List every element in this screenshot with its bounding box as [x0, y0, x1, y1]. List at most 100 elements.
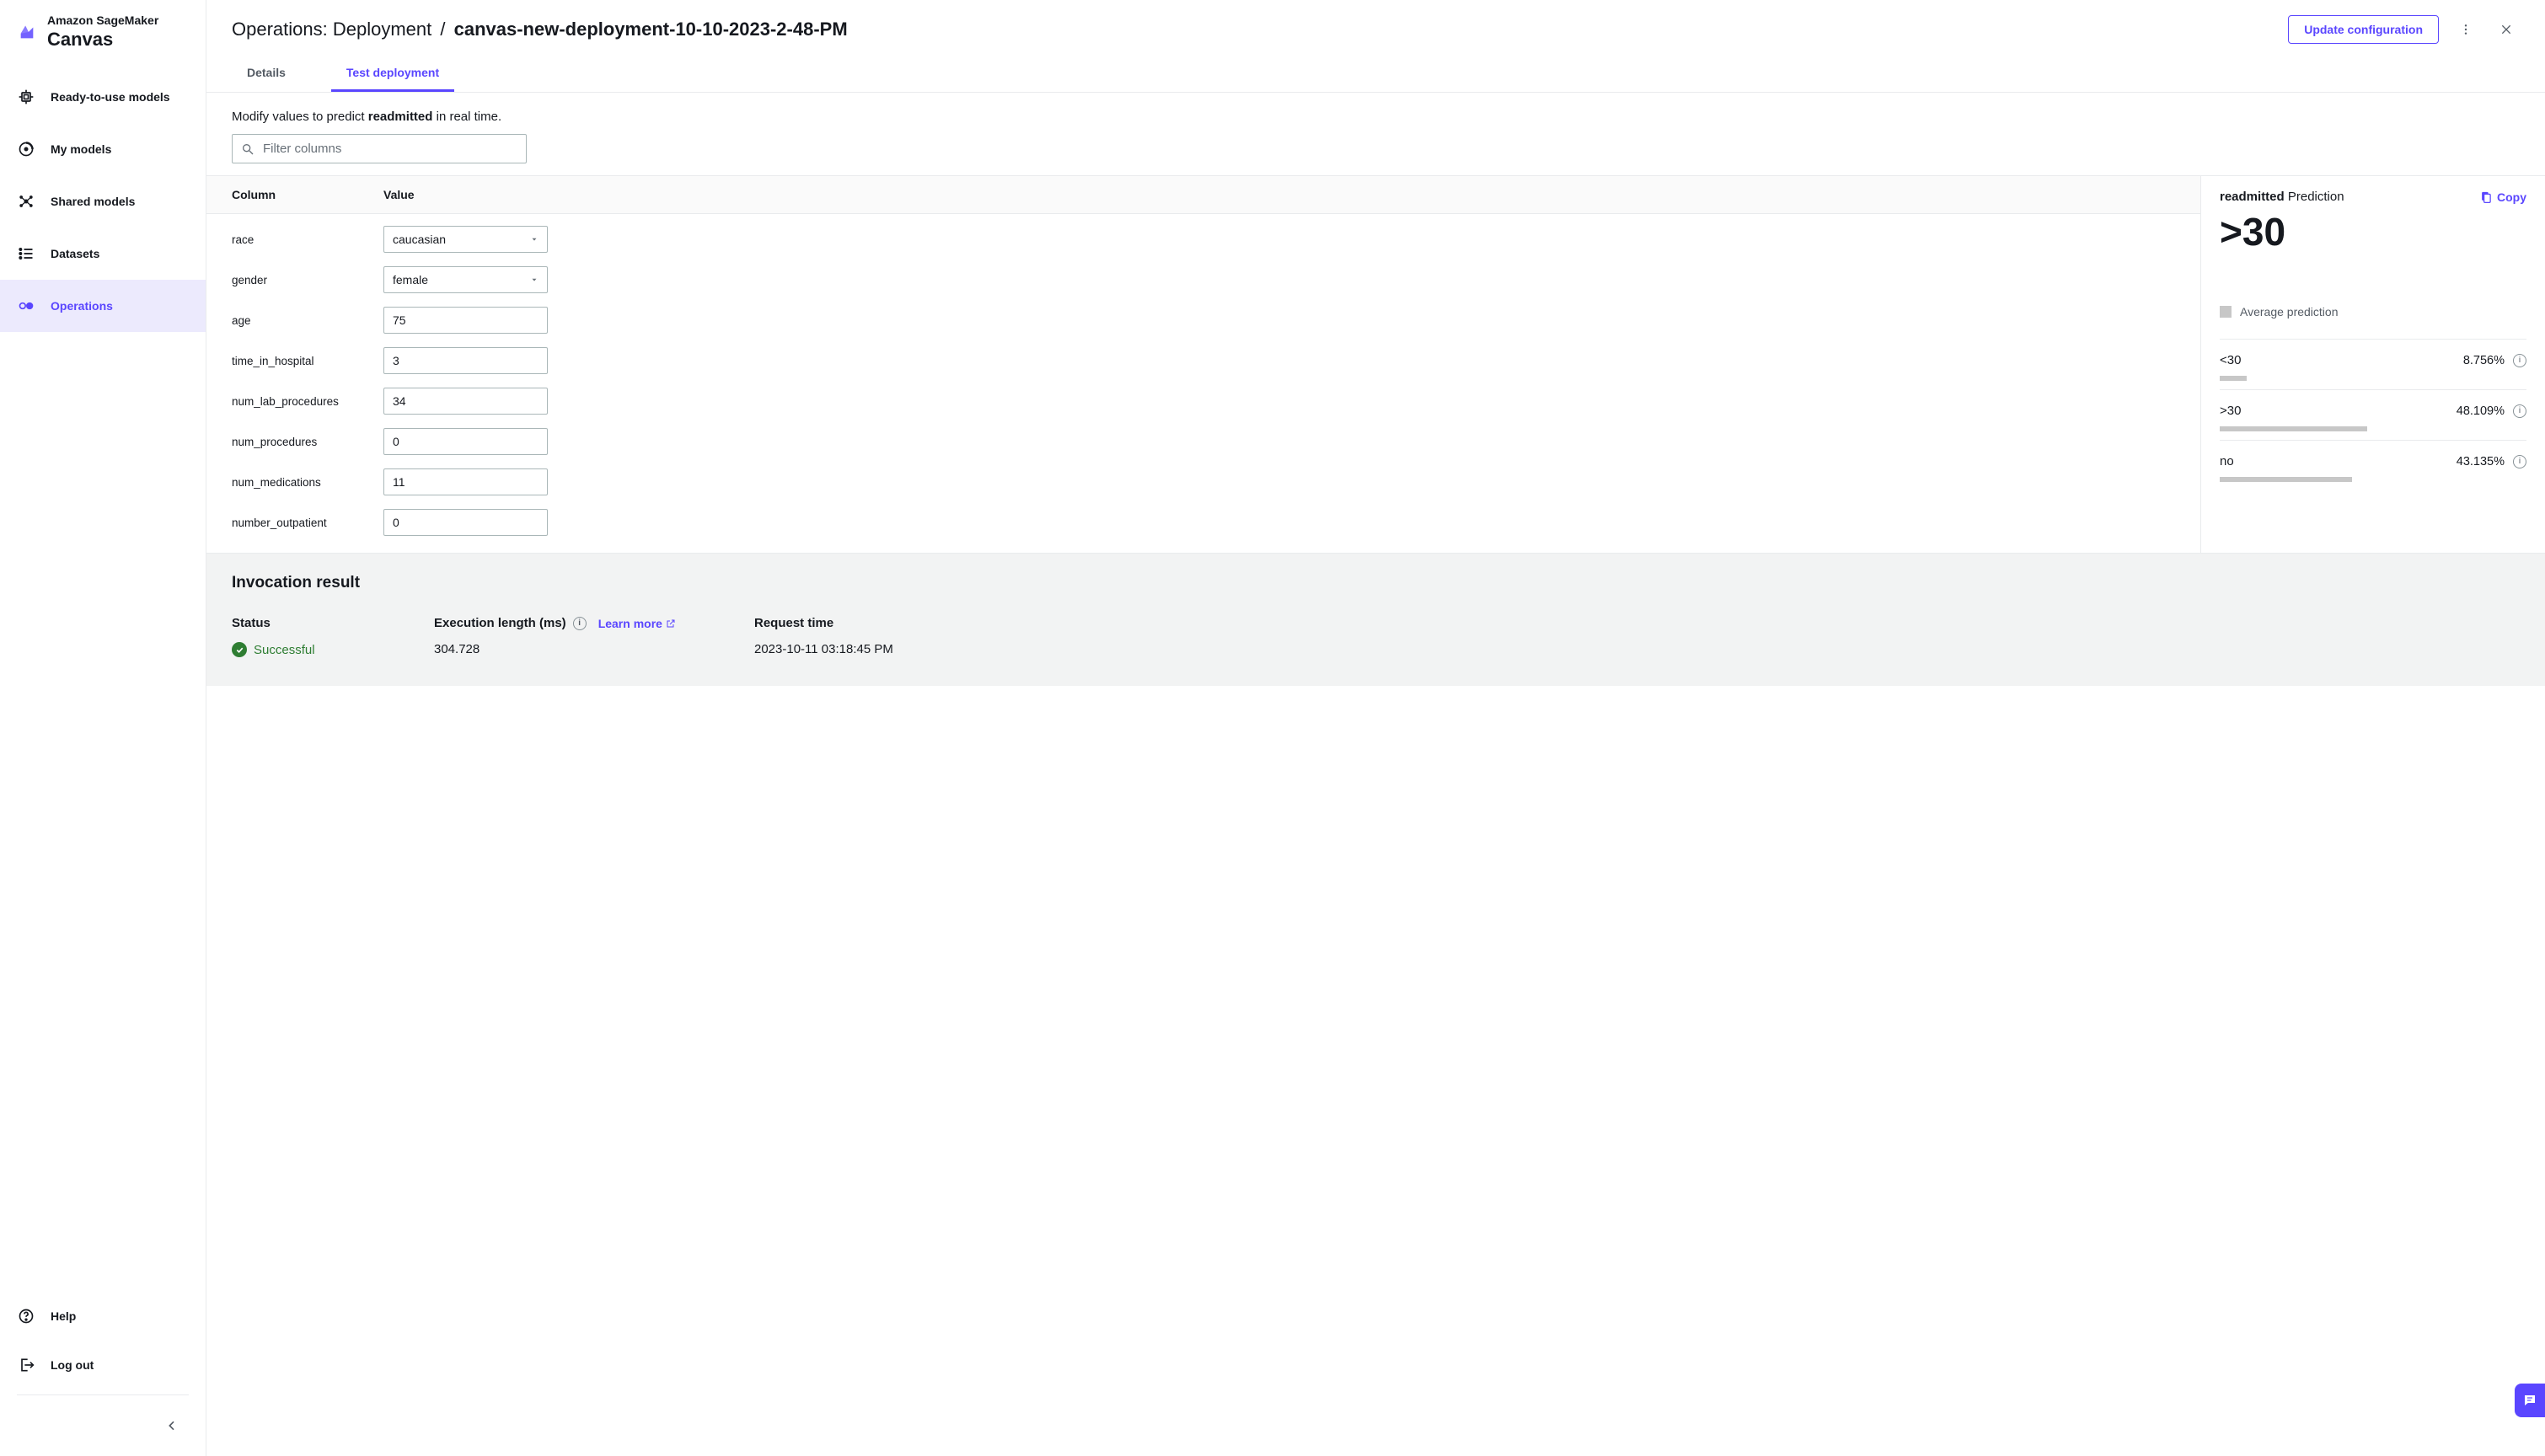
- fields-panel: Column Value racecaucasiangenderfemaleag…: [206, 176, 2201, 553]
- prediction-title: readmitted Prediction: [2220, 190, 2344, 204]
- update-configuration-button[interactable]: Update configuration: [2288, 15, 2439, 44]
- fields-header-row: Column Value: [206, 176, 2200, 214]
- field-control: caucasian: [383, 226, 548, 253]
- info-icon[interactable]: i: [2513, 455, 2526, 468]
- input-value: 0: [393, 435, 399, 448]
- select-value: caucasian: [393, 233, 446, 246]
- input-value: 11: [393, 475, 405, 489]
- probability-label: no: [2220, 454, 2234, 468]
- probability-right: 43.135% i: [2457, 455, 2526, 468]
- probability-right: 8.756%i: [2463, 354, 2526, 367]
- filter-columns-input-wrap[interactable]: [232, 134, 527, 163]
- panels: Column Value racecaucasiangenderfemaleag…: [206, 175, 2545, 553]
- operations-icon: [17, 297, 35, 315]
- canvas-logo-icon: [17, 22, 37, 42]
- learn-more-label: Learn more: [598, 617, 662, 630]
- tab-details[interactable]: Details: [232, 59, 301, 92]
- exec-label: Execution length (ms): [434, 616, 566, 630]
- field-input-age[interactable]: 75: [383, 307, 548, 334]
- field-input-number_outpatient[interactable]: 0: [383, 509, 548, 536]
- sidebar-item-help[interactable]: Help: [0, 1292, 206, 1341]
- copy-prediction-button[interactable]: Copy: [2479, 190, 2526, 204]
- probability-item: no 43.135% i: [2220, 440, 2526, 490]
- field-label: num_lab_procedures: [232, 395, 383, 408]
- field-input-num_medications[interactable]: 11: [383, 468, 548, 495]
- field-input-time_in_hospital[interactable]: 3: [383, 347, 548, 374]
- invocation-time-col: Request time 2023-10-11 03:18:45 PM: [754, 616, 973, 657]
- legend-swatch-icon: [2220, 306, 2232, 318]
- search-icon: [241, 142, 254, 156]
- sidebar-item-ready-to-use-models[interactable]: Ready-to-use models: [0, 71, 206, 123]
- invocation-exec-col: Execution length (ms) i Learn more 304.7…: [434, 616, 687, 657]
- field-control: female: [383, 266, 548, 293]
- average-prediction-legend: Average prediction: [2220, 305, 2526, 318]
- info-icon[interactable]: i: [573, 617, 587, 630]
- field-select-race[interactable]: caucasian: [383, 226, 548, 253]
- field-label: num_procedures: [232, 436, 383, 448]
- probability-label: <30: [2220, 353, 2241, 367]
- tab-test-deployment[interactable]: Test deployment: [331, 59, 454, 92]
- status-value: Successful: [232, 642, 367, 657]
- legend-label: Average prediction: [2240, 305, 2338, 318]
- probability-bar-track: [2220, 376, 2526, 381]
- probability-item: >3048.109%i: [2220, 389, 2526, 440]
- sidebar: Amazon SageMaker Canvas Ready-to-use mod…: [0, 0, 206, 1456]
- field-label: time_in_hospital: [232, 355, 383, 367]
- sidebar-item-datasets[interactable]: Datasets: [0, 228, 206, 280]
- help-icon: [17, 1307, 35, 1325]
- field-control: 3: [383, 347, 548, 374]
- close-button[interactable]: [2493, 16, 2520, 43]
- select-value: female: [393, 273, 428, 286]
- sidebar-bottom: Help Log out: [0, 1292, 206, 1456]
- field-input-num_procedures[interactable]: 0: [383, 428, 548, 455]
- field-row: num_medications 11: [206, 462, 2200, 502]
- status-text: Successful: [254, 643, 315, 657]
- sidebar-item-label: Ready-to-use models: [51, 90, 170, 104]
- time-label: Request time: [754, 616, 973, 630]
- info-icon[interactable]: i: [2513, 404, 2526, 418]
- collapse-sidebar-button[interactable]: [162, 1416, 182, 1436]
- exec-label-row: Execution length (ms) i Learn more: [434, 616, 687, 630]
- info-icon[interactable]: i: [2513, 354, 2526, 367]
- probability-right: 48.109% i: [2457, 404, 2526, 418]
- sidebar-item-my-models[interactable]: My models: [0, 123, 206, 175]
- probability-bar-fill: [2220, 477, 2352, 482]
- chat-fab-button[interactable]: [2515, 1384, 2545, 1417]
- field-row: number_outpatient0: [206, 502, 2200, 543]
- sidebar-item-label: Operations: [51, 299, 113, 313]
- field-label: num_medications: [232, 476, 383, 489]
- sidebar-item-logout[interactable]: Log out: [0, 1341, 206, 1389]
- copy-label: Copy: [2497, 190, 2526, 204]
- learn-more-link[interactable]: Learn more: [598, 617, 676, 630]
- more-actions-button[interactable]: [2452, 16, 2479, 43]
- filter-columns-input[interactable]: [263, 142, 517, 156]
- probability-percent: 48.109%: [2457, 404, 2505, 418]
- chat-icon: [2522, 1393, 2537, 1408]
- brand-top: Amazon SageMaker: [47, 13, 158, 27]
- field-row: race caucasian: [206, 219, 2200, 260]
- status-label: Status: [232, 616, 367, 630]
- instruction-target: readmitted: [368, 110, 433, 124]
- field-input-num_lab_procedures[interactable]: 34: [383, 388, 548, 415]
- list-icon: [17, 244, 35, 263]
- prediction-target: readmitted: [2220, 190, 2285, 204]
- field-control: 34: [383, 388, 548, 415]
- invocation-title: Invocation result: [232, 574, 2520, 592]
- probability-bar-track: [2220, 477, 2526, 482]
- logout-icon: [17, 1356, 35, 1374]
- sidebar-item-operations[interactable]: Operations: [0, 280, 206, 332]
- field-row: age75: [206, 300, 2200, 340]
- probability-list: <308.756%i>3048.109%ino43.135%i: [2220, 339, 2526, 490]
- probability-row: no 43.135% i: [2220, 454, 2526, 468]
- field-select-gender[interactable]: female: [383, 266, 548, 293]
- brand: Amazon SageMaker Canvas: [0, 10, 206, 66]
- field-label: race: [232, 233, 383, 246]
- sidebar-item-shared-models[interactable]: Shared models: [0, 175, 206, 228]
- field-control: 0: [383, 509, 548, 536]
- breadcrumb-item: canvas-new-deployment-10-10-2023-2-48-PM: [454, 19, 848, 40]
- network-icon: [17, 192, 35, 211]
- field-row: num_lab_procedures34: [206, 381, 2200, 421]
- probability-bar-fill: [2220, 426, 2367, 431]
- probability-percent: 43.135%: [2457, 455, 2505, 468]
- column-header-column: Column: [232, 188, 383, 201]
